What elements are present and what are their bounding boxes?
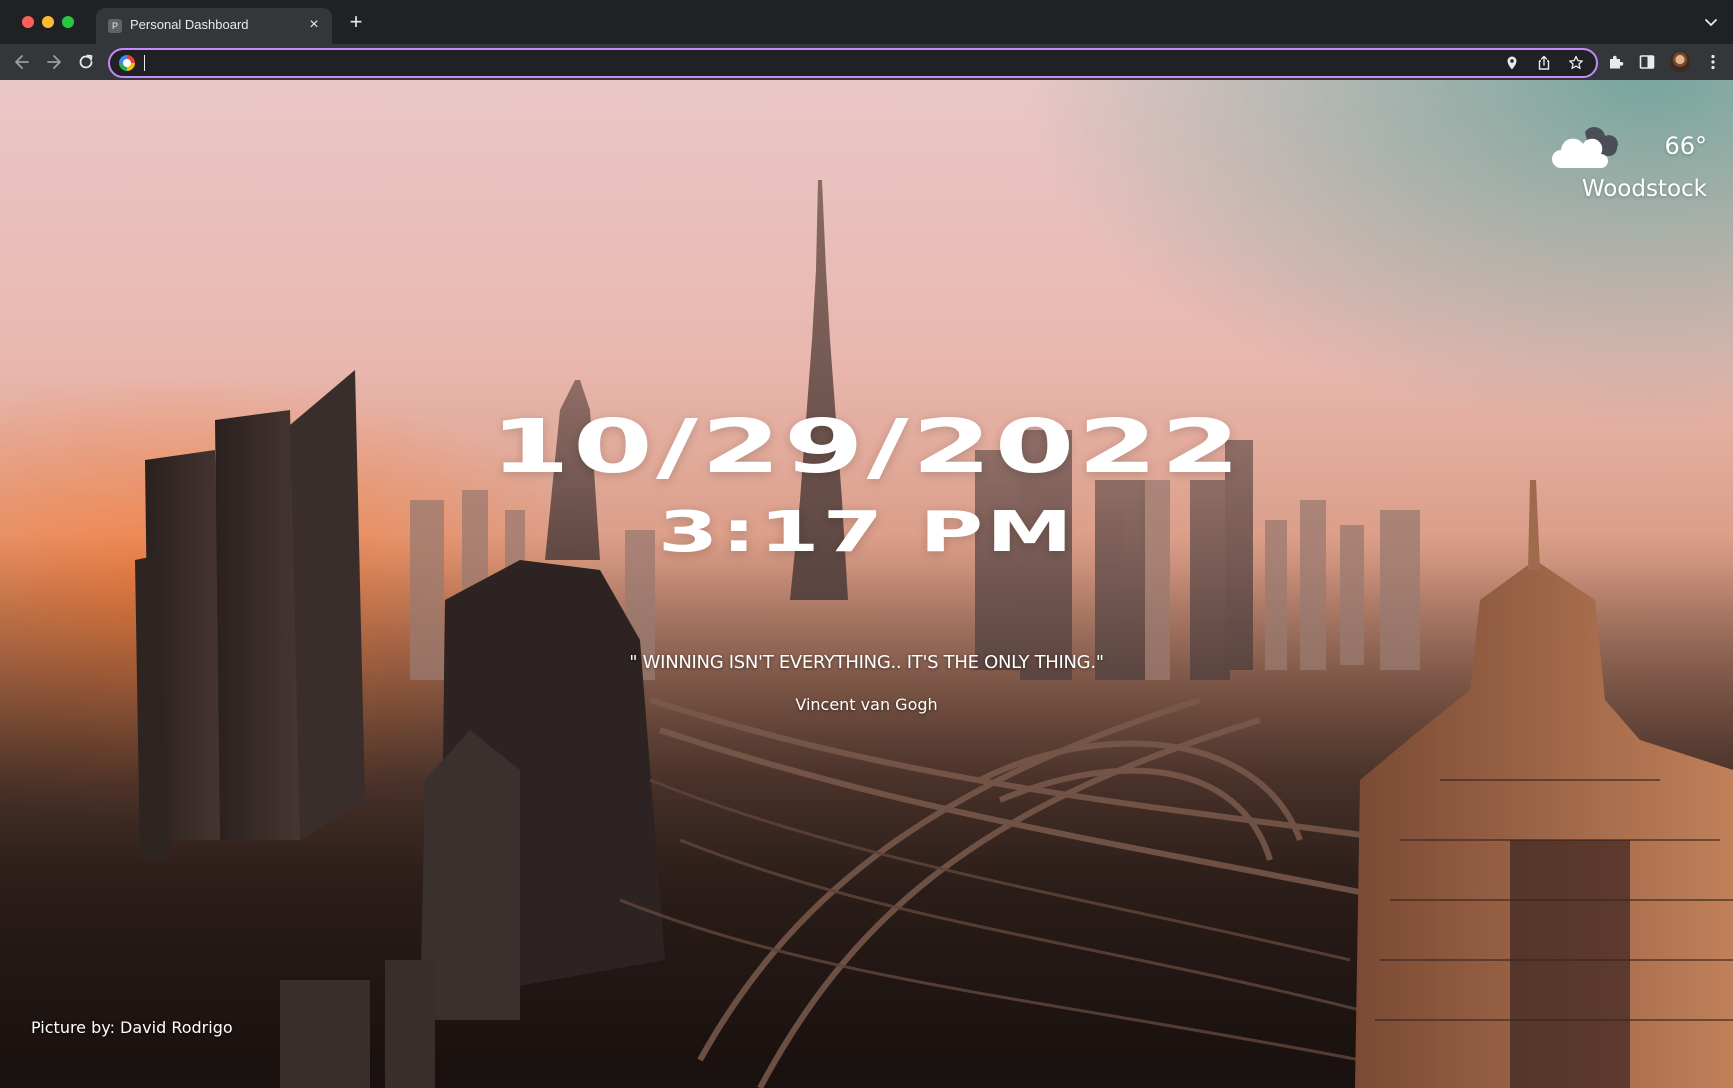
new-tab-button[interactable]: + xyxy=(346,11,366,33)
bookmark-star-icon[interactable] xyxy=(1568,55,1584,71)
photo-credit: Picture by: David Rodrigo xyxy=(31,1018,233,1037)
share-icon[interactable] xyxy=(1536,55,1552,71)
side-panel-icon[interactable] xyxy=(1638,53,1656,71)
current-date: 10/29/2022 xyxy=(490,404,1244,490)
weather-widget: 66° Woodstock xyxy=(1537,124,1707,210)
browser-toolbar xyxy=(0,44,1733,80)
tab-title: Personal Dashboard xyxy=(130,17,249,32)
dashboard-page: 66° Woodstock 10/29/2022 3:17 PM " WINNI… xyxy=(0,80,1733,1088)
back-arrow-icon[interactable] xyxy=(12,52,32,72)
quote-author: Vincent van Gogh xyxy=(795,695,938,714)
cloud-icon xyxy=(1552,127,1618,168)
browser-window: P Personal Dashboard × + 66° Woodstock 1… xyxy=(0,0,1733,1088)
reload-icon[interactable] xyxy=(76,52,96,72)
text-caret xyxy=(144,55,145,71)
profile-avatar[interactable] xyxy=(1670,52,1690,72)
close-window-button[interactable] xyxy=(22,16,34,28)
temperature-value: 66° xyxy=(1664,132,1707,160)
extensions-puzzle-icon[interactable] xyxy=(1607,53,1625,71)
tab-close-button[interactable]: × xyxy=(306,17,322,33)
city-skyline-background xyxy=(135,180,1733,1088)
tab-favicon-icon: P xyxy=(108,19,122,33)
kebab-menu-icon[interactable] xyxy=(1704,53,1722,71)
tab-strip: P Personal Dashboard × + xyxy=(0,0,1733,44)
location-pin-icon[interactable] xyxy=(1504,55,1520,71)
tab-search-chevron-down-icon[interactable] xyxy=(1703,14,1719,30)
address-input[interactable] xyxy=(142,53,1482,73)
weather-location: Woodstock xyxy=(1581,176,1707,202)
current-time: 3:17 PM xyxy=(657,500,1076,565)
quote-text: " WINNING ISN'T EVERYTHING.. IT'S THE ON… xyxy=(629,652,1104,673)
maximize-window-button[interactable] xyxy=(62,16,74,28)
google-search-icon xyxy=(119,55,135,71)
minimize-window-button[interactable] xyxy=(42,16,54,28)
address-bar[interactable] xyxy=(108,48,1598,78)
tab-personal-dashboard[interactable]: P Personal Dashboard × xyxy=(96,8,332,44)
forward-arrow-icon[interactable] xyxy=(44,52,64,72)
